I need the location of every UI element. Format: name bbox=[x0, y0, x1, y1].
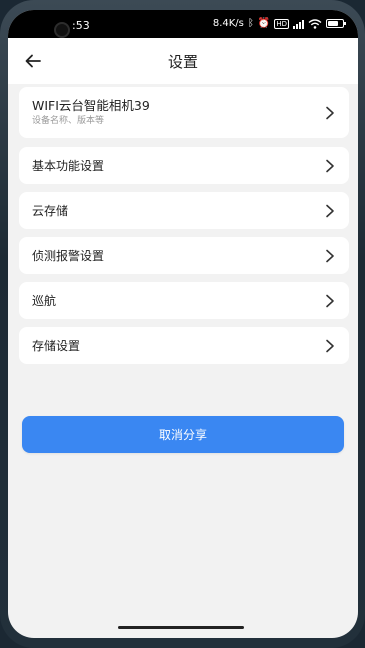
device-info-item[interactable]: WIFI云台智能相机39 设备名称、版本等 bbox=[19, 87, 349, 138]
hd-badge: HD bbox=[274, 18, 289, 29]
menu-item-basic-settings[interactable]: 基本功能设置 bbox=[19, 147, 349, 184]
chevron-right-icon bbox=[326, 339, 334, 352]
menu-item-cloud-storage[interactable]: 云存储 bbox=[19, 192, 349, 229]
status-icons: 8.4K/s ᛒ ⏰ HD bbox=[212, 18, 346, 29]
menu-item-detection-alarm[interactable]: 侦测报警设置 bbox=[19, 237, 349, 274]
device-name: WIFI云台智能相机39 bbox=[32, 97, 150, 113]
home-indicator[interactable] bbox=[118, 626, 244, 629]
alarm-icon: ⏰ bbox=[257, 18, 271, 29]
settings-list: WIFI云台智能相机39 设备名称、版本等 基本功能设置 云存储 侦测报警设置 … bbox=[19, 87, 349, 372]
menu-item-label: 云存储 bbox=[32, 204, 69, 218]
network-speed: 8.4K/s bbox=[212, 18, 244, 29]
chevron-right-icon bbox=[326, 249, 334, 262]
menu-item-label: 巡航 bbox=[32, 294, 57, 308]
menu-item-label: 基本功能设置 bbox=[32, 159, 105, 173]
chevron-right-icon bbox=[326, 159, 334, 172]
menu-item-cruise[interactable]: 巡航 bbox=[19, 282, 349, 319]
menu-item-label: 侦测报警设置 bbox=[32, 249, 105, 263]
chevron-right-icon bbox=[326, 204, 334, 217]
arrow-left-icon bbox=[25, 54, 41, 68]
page-title: 设置 bbox=[167, 52, 198, 71]
back-button[interactable] bbox=[18, 46, 48, 76]
device-subtitle: 设备名称、版本等 bbox=[32, 115, 105, 126]
status-bar: :53 8.4K/s ᛒ ⏰ HD bbox=[8, 10, 358, 38]
wifi-icon bbox=[308, 18, 322, 29]
screen: :53 8.4K/s ᛒ ⏰ HD 设置 WIFI云台智能相机39 设备名称、版… bbox=[8, 10, 358, 638]
status-time: :53 bbox=[72, 19, 90, 32]
header: 设置 bbox=[8, 38, 358, 84]
chevron-right-icon bbox=[326, 106, 334, 119]
camera-hole bbox=[54, 22, 70, 38]
bluetooth-icon: ᛒ bbox=[247, 18, 254, 29]
chevron-right-icon bbox=[326, 294, 334, 307]
menu-item-storage-settings[interactable]: 存储设置 bbox=[19, 327, 349, 364]
phone-frame: :53 8.4K/s ᛒ ⏰ HD 设置 WIFI云台智能相机39 设备名称、版… bbox=[0, 0, 365, 648]
battery-icon bbox=[326, 19, 346, 28]
cancel-share-button[interactable]: 取消分享 bbox=[22, 416, 344, 453]
menu-item-label: 存储设置 bbox=[32, 339, 81, 353]
signal-icon bbox=[293, 19, 304, 29]
